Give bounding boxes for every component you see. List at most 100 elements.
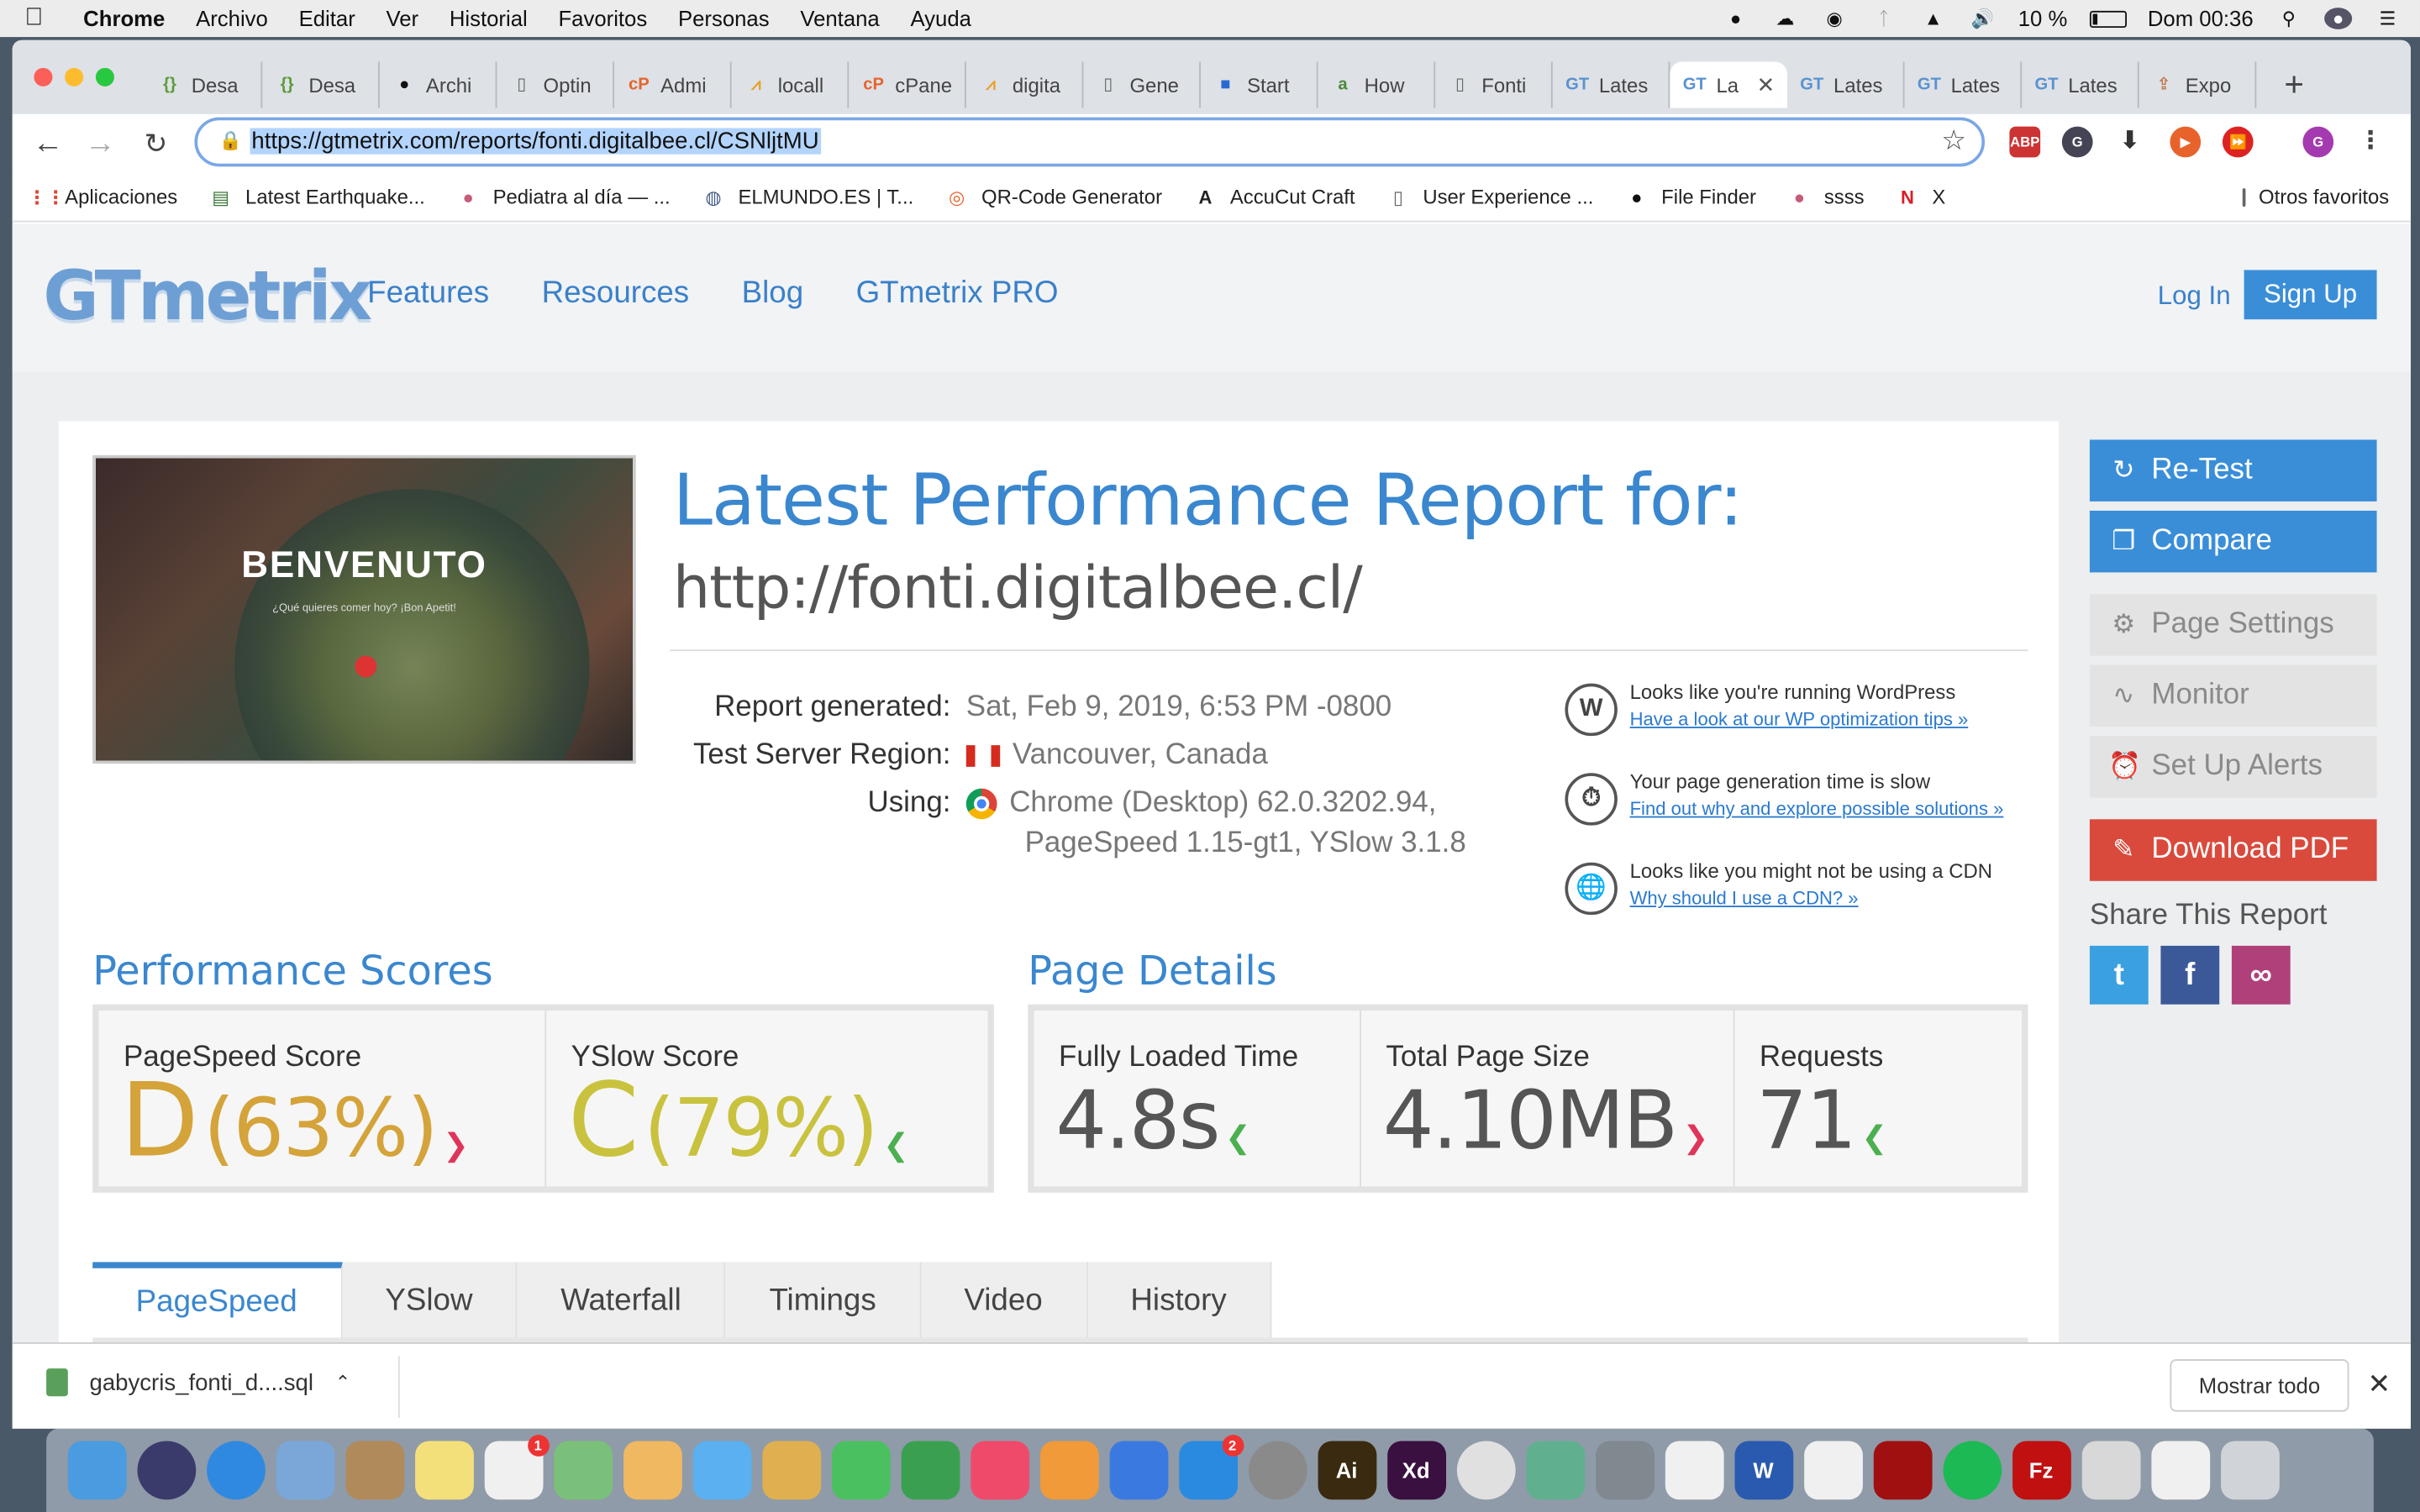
nav-resources[interactable]: Resources [542,276,690,312]
books-icon[interactable] [1039,1441,1098,1500]
play-extension-icon[interactable]: ▶ [2170,126,2202,158]
link-icon[interactable]: ∞ [2231,945,2291,1005]
tab-history[interactable]: History [1086,1262,1271,1340]
bookmark-item[interactable]: ▯ User Experience ... [1370,184,1609,208]
menu-ventana[interactable]: Ventana [785,6,895,30]
filezilla-icon[interactable]: Fz [2012,1441,2070,1500]
browser-tab[interactable]: ⩘ locall [732,61,850,108]
browser-tab[interactable]: {} Desa [145,61,263,108]
download-item[interactable]: gabycris_fonti_d....sql ⌃ [46,1368,350,1397]
close-shelf-icon[interactable]: ✕ [2368,1368,2391,1401]
browser-tab[interactable]: cP cPane [849,61,966,108]
browser-tab[interactable]: cP Admi [614,61,732,108]
downloads-stack-icon[interactable] [2081,1441,2140,1500]
adblock-plus-icon[interactable]: ABP [2009,126,2041,158]
keynote-icon[interactable] [1108,1441,1168,1500]
browser-tab[interactable]: GT Lates [1787,61,1905,108]
maps-icon[interactable] [553,1441,613,1500]
reminders-icon[interactable]: 1 [483,1435,549,1500]
chevron-up-icon[interactable]: ⌃ [335,1372,350,1394]
spotlight-search-icon[interactable]: ⚲ [2275,8,2302,29]
signup-button[interactable]: Sign Up [2244,270,2377,320]
nav-gtmetrix-pro[interactable]: GTmetrix PRO [856,276,1059,312]
close-tab-icon[interactable]: ✕ [1757,71,1776,97]
browser-tab[interactable]: GT La ✕ [1670,61,1787,108]
creative-cloud-icon[interactable]: ● [1722,8,1749,29]
menu-personas[interactable]: Personas [663,6,785,30]
minimize-window-button[interactable] [65,67,84,87]
browser-tab[interactable]: ■ Start [1201,61,1318,108]
monitor-button[interactable]: ∿ Monitor [2089,664,2377,727]
battery-percent[interactable]: 10 % [2018,6,2068,30]
twitter-icon[interactable]: t [2089,945,2149,1005]
ghostery-icon[interactable]: G [2061,126,2093,158]
wifi-icon[interactable]: ▲ [1919,8,1947,29]
tip-link[interactable]: Have a look at our WP optimization tips … [1630,705,2028,732]
fast-forward-extension-icon[interactable]: ⏩ [2222,126,2254,158]
bookmark-item[interactable]: ● Pediatra al día — ... [440,184,686,208]
show-all-button[interactable]: Mostrar todo [2170,1359,2349,1412]
menu-historial[interactable]: Historial [434,6,543,30]
cloud-upload-icon[interactable]: ☁ [1771,8,1799,29]
set-up-alerts-button[interactable]: ⏰ Set Up Alerts [2089,736,2377,798]
browser-tab[interactable]: ⩘ digita [966,61,1084,108]
bluetooth-icon[interactable]: ᛏ [1870,8,1897,29]
siri-icon[interactable] [136,1441,196,1500]
documents-stack-icon[interactable] [2150,1441,2210,1500]
browser-tab[interactable]: {} Desa [262,61,380,108]
browser-tab[interactable]: ▯ Fonti [1435,61,1553,108]
app-store-icon[interactable]: 2 [1178,1435,1244,1500]
menu-archivo[interactable]: Archivo [181,6,283,30]
notes-icon[interactable] [414,1441,473,1500]
battery-icon[interactable] [2089,9,2127,28]
menu-ayuda[interactable]: Ayuda [895,6,986,30]
system-preferences-icon[interactable] [1247,1441,1307,1500]
mail-icon[interactable] [275,1441,334,1500]
forward-arrow-icon[interactable]: → [81,123,121,164]
safari-icon[interactable] [206,1441,265,1500]
bookmark-item[interactable]: ● ssss [1771,184,1880,208]
nav-features[interactable]: Features [367,276,489,312]
tab-waterfall[interactable]: Waterfall [517,1262,727,1340]
browser-tab[interactable]: GT Lates [2022,61,2139,108]
page-settings-button[interactable]: ⚙ Page Settings [2089,594,2377,656]
trash-icon[interactable] [2220,1441,2279,1500]
browser-tab[interactable]: ⇪ Expo [2139,61,2257,108]
menu-editar[interactable]: Editar [283,6,371,30]
xd-icon[interactable]: Xd [1386,1441,1446,1500]
address-bar-url[interactable]: https://gtmetrix.com/reports/fonti.digit… [250,128,821,155]
tab-pagespeed[interactable]: PageSpeed [92,1262,342,1340]
bookmark-item[interactable]: ● File Finder [1609,184,1772,208]
tab-timings[interactable]: Timings [726,1262,921,1340]
bookmark-item[interactable]: A AccuCut Craft [1177,184,1370,208]
close-window-button[interactable] [34,67,53,87]
back-arrow-icon[interactable]: ← [28,123,68,164]
acrobat-icon[interactable] [1872,1441,1932,1500]
download-arrow-icon[interactable]: ⬇ [2114,126,2146,158]
chrome-icon[interactable] [1455,1441,1515,1500]
tip-link[interactable]: Why should I use a CDN? » [1630,884,2028,911]
facebook-icon[interactable]: f [2160,945,2220,1005]
notification-center-icon[interactable]: ☰ [2374,8,2402,29]
tab-video[interactable]: Video [920,1262,1087,1340]
gtmetrix-logo[interactable]: GTmetrix [43,258,372,337]
apple-menu-icon[interactable]:  [0,5,68,33]
music-icon[interactable] [970,1441,1029,1500]
sequel-pro-icon[interactable] [1595,1441,1655,1500]
other-bookmarks[interactable]: Otros favoritos [2243,185,2389,208]
preview-icon[interactable] [1803,1441,1863,1500]
messages-icon[interactable] [692,1441,751,1500]
bookmark-item[interactable]: NX [1880,184,1961,208]
contacts-icon[interactable] [345,1441,404,1500]
login-link[interactable]: Log In [2158,281,2231,312]
illustrator-icon[interactable]: Ai [1317,1441,1376,1500]
numbers-icon[interactable] [900,1441,960,1500]
lock-icon[interactable]: 🔒 [219,129,242,151]
tip-link[interactable]: Find out why and explore possible soluti… [1630,795,2028,822]
volume-icon[interactable]: 🔊 [1969,8,1996,29]
browser-tab[interactable]: GT Lates [1905,61,2023,108]
download-pdf-button[interactable]: ✎ Download PDF [2089,819,2377,881]
menu-ver[interactable]: Ver [371,6,434,30]
retest-button[interactable]: ↻ Re-Test [2089,439,2377,501]
textedit-icon[interactable] [1664,1441,1723,1500]
